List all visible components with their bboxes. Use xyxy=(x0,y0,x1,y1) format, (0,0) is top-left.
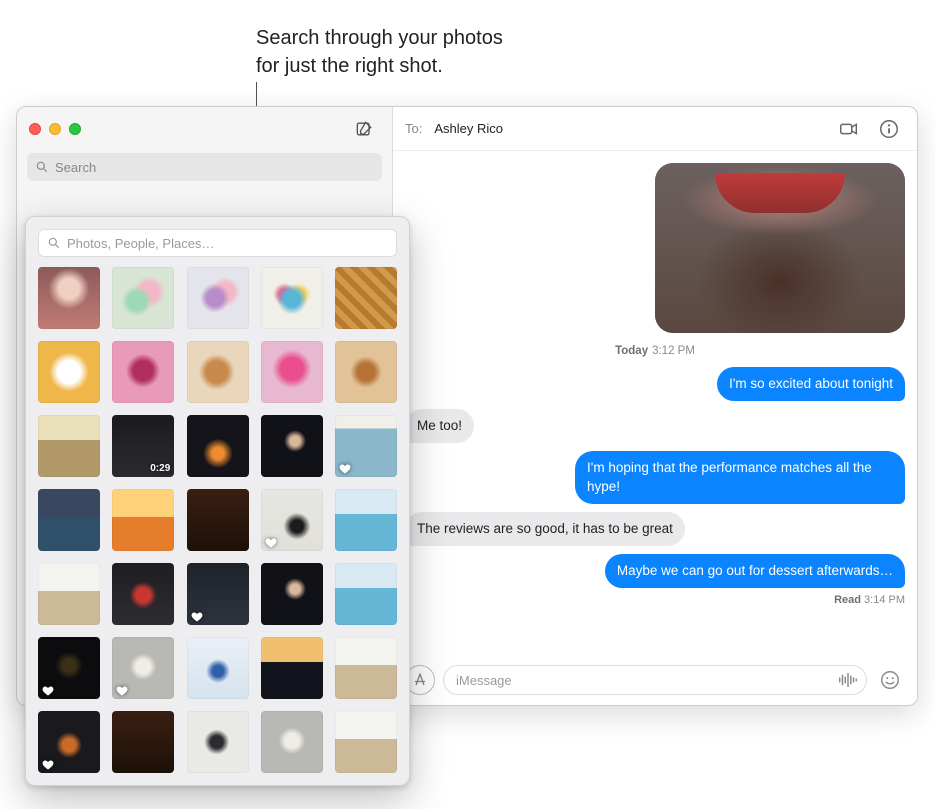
search-icon xyxy=(35,160,49,174)
waveform-icon xyxy=(837,671,859,689)
outgoing-message[interactable]: Maybe we can go out for dessert afterwar… xyxy=(605,554,905,588)
favorite-heart-icon xyxy=(265,536,277,548)
annotation-text: Search through your photos for just the … xyxy=(256,24,503,80)
read-label: Read xyxy=(834,594,861,606)
minimize-window-button[interactable] xyxy=(49,123,61,135)
photo-thumbnail[interactable] xyxy=(187,267,249,329)
photo-thumbnail[interactable] xyxy=(187,711,249,773)
photo-thumbnail[interactable] xyxy=(38,711,100,773)
read-time: 3:14 PM xyxy=(864,594,905,606)
conversation-header: To: Ashley Rico xyxy=(393,107,917,151)
photo-thumbnail[interactable] xyxy=(187,637,249,699)
photo-thumbnail[interactable] xyxy=(261,415,323,477)
message-input[interactable]: iMessage xyxy=(443,665,867,695)
incoming-message[interactable]: Me too! xyxy=(405,409,474,443)
favorite-heart-icon xyxy=(42,684,54,696)
favorite-heart-icon xyxy=(191,610,203,622)
timestamp-day: Today xyxy=(615,345,648,357)
annotation-line1: Search through your photos xyxy=(256,24,503,52)
photo-thumbnail[interactable] xyxy=(38,341,100,403)
outgoing-message[interactable]: I'm hoping that the performance matches … xyxy=(575,451,905,503)
compose-area: iMessage xyxy=(393,657,917,705)
photo-thumbnail[interactable] xyxy=(38,563,100,625)
facetime-button[interactable] xyxy=(833,115,865,143)
timestamp-time: 3:12 PM xyxy=(652,345,695,357)
photo-thumbnail[interactable] xyxy=(335,711,397,773)
to-label: To: xyxy=(405,121,422,136)
photo-thumbnail[interactable] xyxy=(261,341,323,403)
timestamp: Today 3:12 PM xyxy=(615,345,695,357)
photo-thumbnail[interactable] xyxy=(187,415,249,477)
emoji-picker-button[interactable] xyxy=(875,665,905,695)
outgoing-message[interactable]: I'm so excited about tonight xyxy=(717,367,905,401)
compose-new-message-button[interactable] xyxy=(348,115,380,143)
favorite-heart-icon xyxy=(42,758,54,770)
read-receipt: Read 3:14 PM xyxy=(834,594,905,606)
sent-photo-attachment[interactable] xyxy=(655,163,905,333)
photo-thumbnail[interactable] xyxy=(261,267,323,329)
photo-thumbnail[interactable] xyxy=(335,267,397,329)
photo-thumbnail[interactable] xyxy=(261,637,323,699)
photos-grid[interactable]: 0:29 xyxy=(38,267,397,773)
window-titlebar xyxy=(17,107,392,151)
photo-thumbnail[interactable] xyxy=(112,489,174,551)
annotation-line2: for just the right shot. xyxy=(256,52,503,80)
message-input-placeholder: iMessage xyxy=(456,673,828,688)
photos-search-placeholder: Photos, People, Places… xyxy=(67,236,214,251)
favorite-heart-icon xyxy=(339,462,351,474)
video-duration-badge: 0:29 xyxy=(150,463,170,474)
photo-thumbnail[interactable] xyxy=(112,341,174,403)
photo-thumbnail[interactable] xyxy=(112,563,174,625)
video-camera-icon xyxy=(838,118,860,140)
photo-thumbnail[interactable] xyxy=(261,563,323,625)
compose-icon xyxy=(354,119,374,139)
smiley-icon xyxy=(879,669,901,691)
photo-thumbnail[interactable] xyxy=(187,341,249,403)
zoom-window-button[interactable] xyxy=(69,123,81,135)
info-icon xyxy=(878,118,900,140)
search-icon xyxy=(47,236,61,250)
photos-search-field[interactable]: Photos, People, Places… xyxy=(38,229,397,257)
conversation-panel: To: Ashley Rico Today 3:12 PM I'm so exci… xyxy=(393,107,917,705)
photo-thumbnail[interactable] xyxy=(335,637,397,699)
photo-thumbnail[interactable] xyxy=(38,489,100,551)
photo-thumbnail[interactable] xyxy=(187,563,249,625)
conversation-search-field[interactable]: Search xyxy=(27,153,382,181)
photo-thumbnail[interactable] xyxy=(38,267,100,329)
audio-message-button[interactable] xyxy=(836,668,860,692)
photo-thumbnail[interactable]: 0:29 xyxy=(112,415,174,477)
photo-thumbnail[interactable] xyxy=(335,563,397,625)
photo-thumbnail[interactable] xyxy=(335,341,397,403)
details-button[interactable] xyxy=(873,115,905,143)
photos-picker-popover: Photos, People, Places… 0:29 xyxy=(25,216,410,786)
photo-thumbnail[interactable] xyxy=(335,415,397,477)
search-placeholder: Search xyxy=(55,160,96,175)
photo-thumbnail[interactable] xyxy=(112,267,174,329)
photo-thumbnail[interactable] xyxy=(261,711,323,773)
window-controls xyxy=(29,123,81,135)
photo-thumbnail[interactable] xyxy=(38,637,100,699)
photo-thumbnail[interactable] xyxy=(261,489,323,551)
photo-thumbnail[interactable] xyxy=(187,489,249,551)
incoming-message[interactable]: The reviews are so good, it has to be gr… xyxy=(405,512,685,546)
photo-thumbnail[interactable] xyxy=(112,711,174,773)
app-store-icon xyxy=(411,671,429,689)
photo-thumbnail[interactable] xyxy=(38,415,100,477)
photo-thumbnail[interactable] xyxy=(335,489,397,551)
conversation-transcript[interactable]: Today 3:12 PM I'm so excited about tonigh… xyxy=(393,151,917,657)
photo-thumbnail[interactable] xyxy=(112,637,174,699)
recipient-name[interactable]: Ashley Rico xyxy=(434,121,503,136)
close-window-button[interactable] xyxy=(29,123,41,135)
favorite-heart-icon xyxy=(116,684,128,696)
